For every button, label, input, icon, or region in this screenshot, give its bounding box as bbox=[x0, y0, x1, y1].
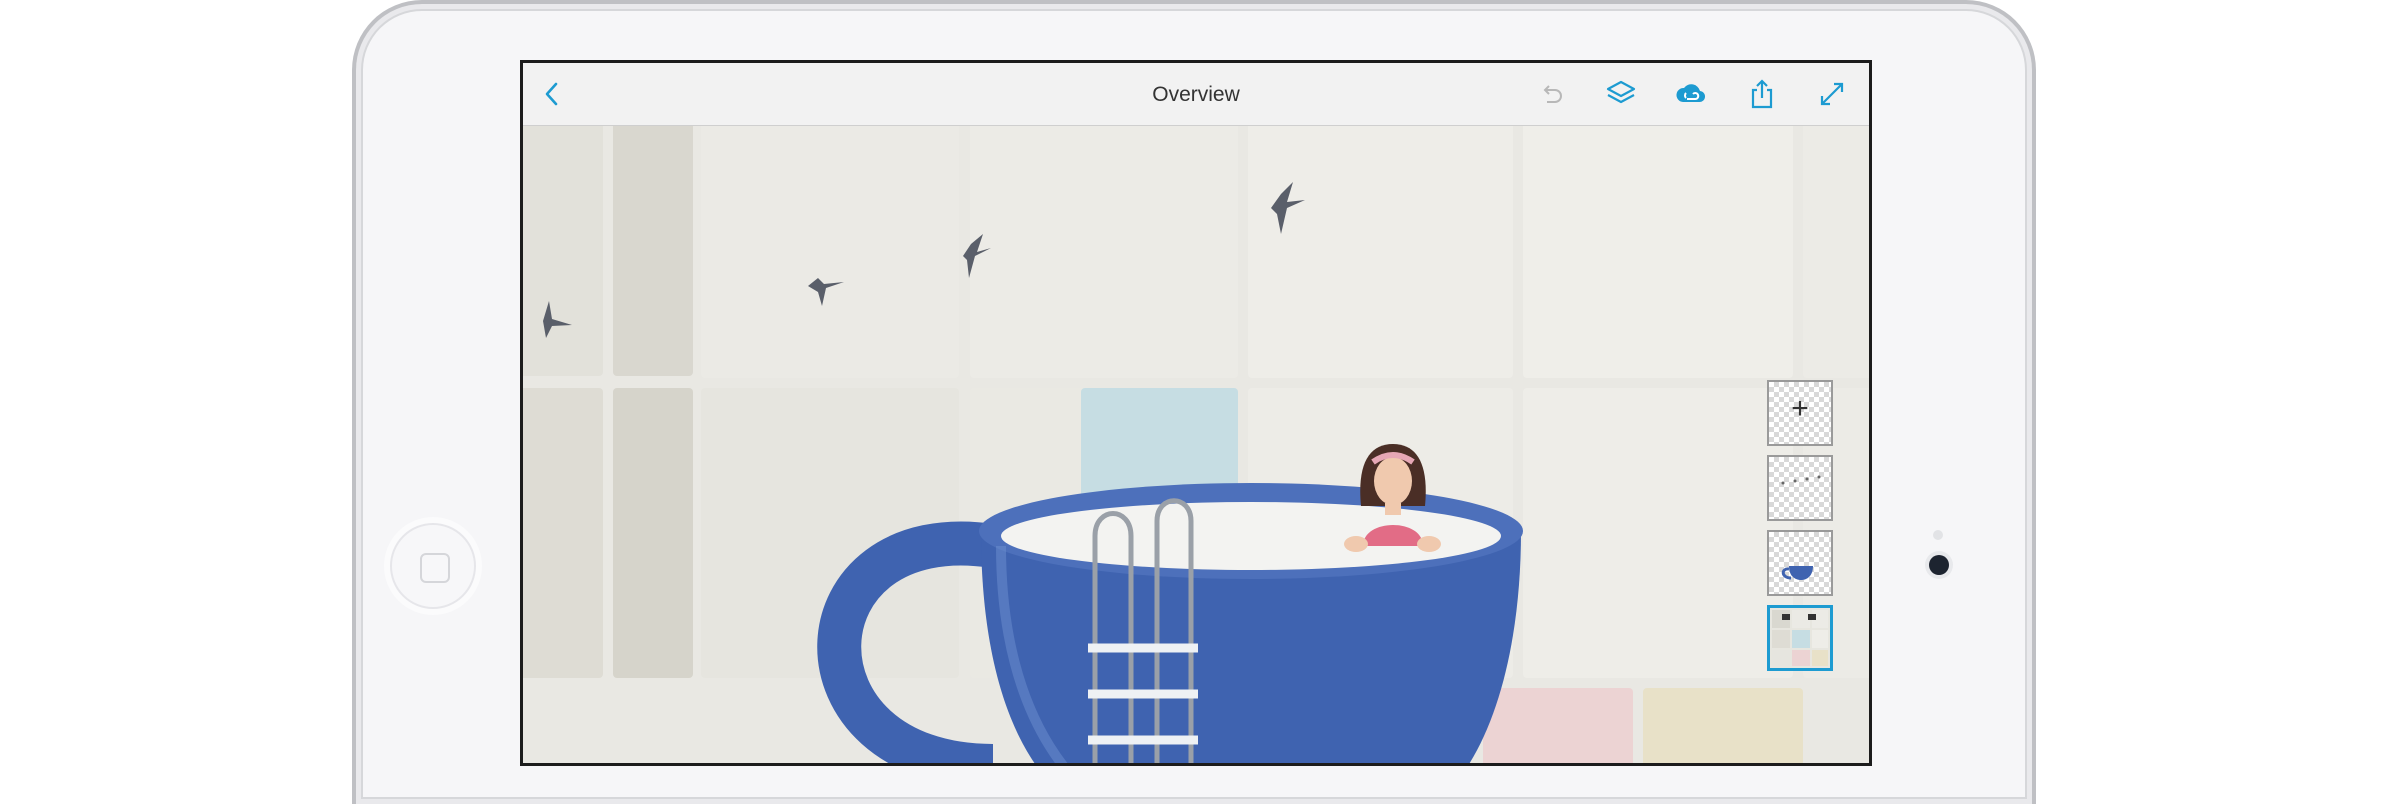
undo-icon bbox=[1543, 85, 1562, 103]
app-screen: Overview + bbox=[520, 60, 1872, 766]
cup-handle bbox=[817, 521, 997, 763]
layer-thumbnail-cup[interactable] bbox=[1767, 530, 1833, 596]
share-icon bbox=[1751, 79, 1773, 109]
pelican-birds bbox=[543, 182, 1305, 338]
background-thumbnail-icon bbox=[1772, 610, 1828, 666]
expand-icon bbox=[1820, 82, 1844, 106]
composite-scene bbox=[543, 182, 1523, 763]
cup-thumbnail-icon bbox=[1781, 566, 1813, 580]
front-camera bbox=[1929, 555, 1949, 575]
page-title: Overview bbox=[1152, 83, 1240, 106]
undo-button[interactable] bbox=[1534, 77, 1568, 111]
plus-icon: + bbox=[1791, 392, 1809, 425]
home-button-square-icon bbox=[420, 553, 450, 583]
birds-thumbnail-icon bbox=[1781, 475, 1821, 485]
top-toolbar: Overview bbox=[523, 63, 1869, 126]
share-button[interactable] bbox=[1745, 77, 1779, 111]
fullscreen-button[interactable] bbox=[1815, 77, 1849, 111]
layer-thumbnail-birds[interactable] bbox=[1767, 455, 1833, 521]
layers-panel: + bbox=[1767, 380, 1837, 680]
home-button[interactable] bbox=[390, 523, 476, 609]
add-layer-button[interactable]: + bbox=[1767, 380, 1833, 446]
creative-cloud-button[interactable] bbox=[1674, 77, 1708, 111]
light-sensor bbox=[1933, 530, 1943, 540]
layers-button[interactable] bbox=[1604, 77, 1638, 111]
layer-thumbnail-background[interactable] bbox=[1767, 605, 1833, 671]
layers-icon bbox=[1606, 80, 1636, 104]
teacup-inside bbox=[1001, 502, 1501, 570]
creative-cloud-icon bbox=[1676, 84, 1706, 103]
image-canvas[interactable]: + bbox=[523, 126, 1869, 763]
